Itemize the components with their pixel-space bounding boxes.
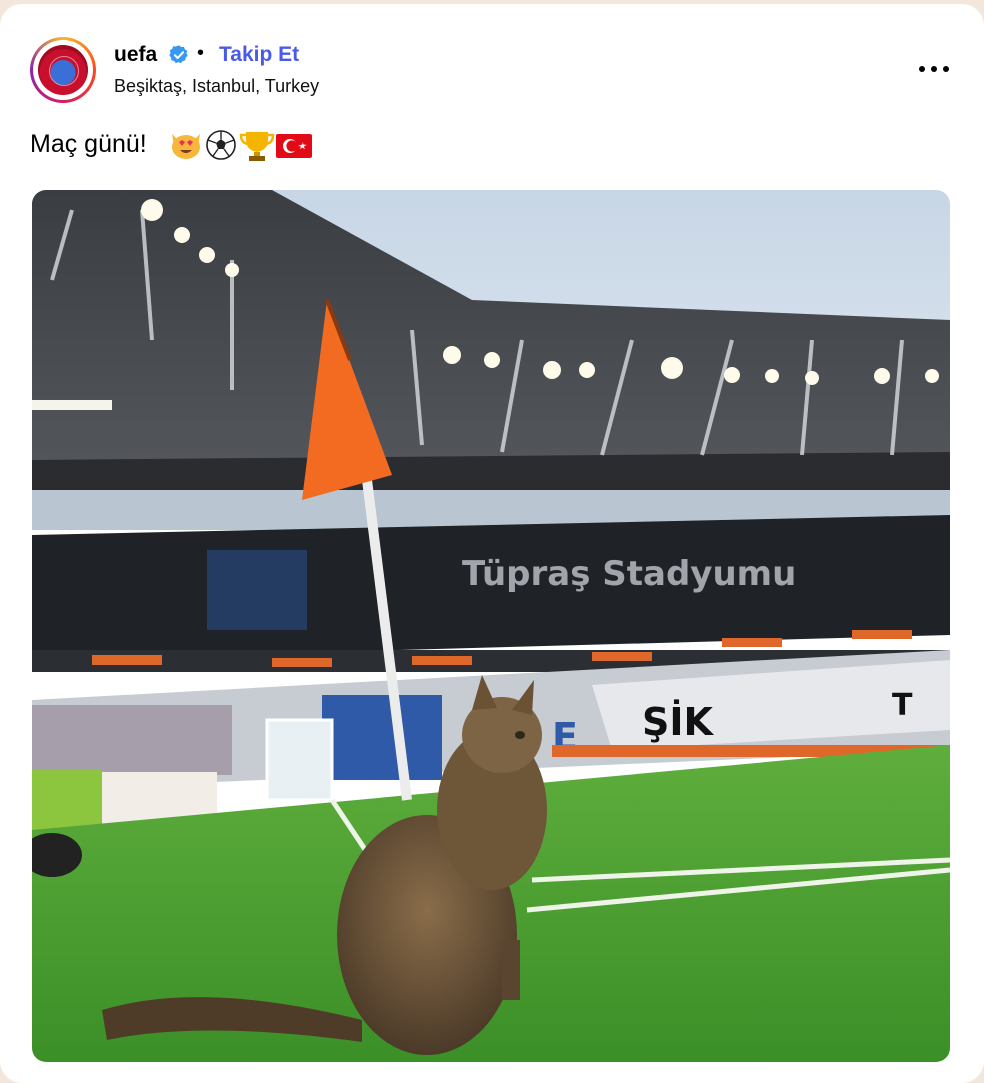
post-photo[interactable]: Tüpraş Stadyumu E ŞİK T	[32, 190, 950, 1062]
location-link[interactable]: Beşiktaş, Istanbul, Turkey	[114, 76, 319, 97]
uefa-logo-icon	[38, 45, 88, 95]
more-options-icon[interactable]	[912, 56, 956, 82]
svg-text:ŞİK: ŞİK	[642, 700, 715, 744]
trophy-emoji	[239, 132, 275, 161]
soccer-ball-emoji	[206, 130, 236, 160]
cat-heart-eyes-emoji	[172, 134, 200, 159]
svg-text:T: T	[892, 688, 913, 723]
caption-emojis	[172, 130, 312, 161]
separator-dot: •	[197, 42, 205, 64]
post-card: uefa • Takip Et Beşiktaş, Istanbul, Turk…	[0, 4, 984, 1083]
turkey-flag-emoji	[276, 134, 312, 158]
follow-button[interactable]: Takip Et	[219, 43, 299, 67]
svg-text:Tüpraş Stadyumu: Tüpraş Stadyumu	[462, 554, 796, 594]
profile-avatar[interactable]	[30, 37, 96, 103]
verified-badge-icon	[169, 45, 188, 64]
stadium-cat-image: Tüpraş Stadyumu E ŞİK T	[32, 190, 950, 1062]
caption-text: Maç günü!	[30, 130, 147, 158]
username[interactable]: uefa	[114, 43, 157, 67]
